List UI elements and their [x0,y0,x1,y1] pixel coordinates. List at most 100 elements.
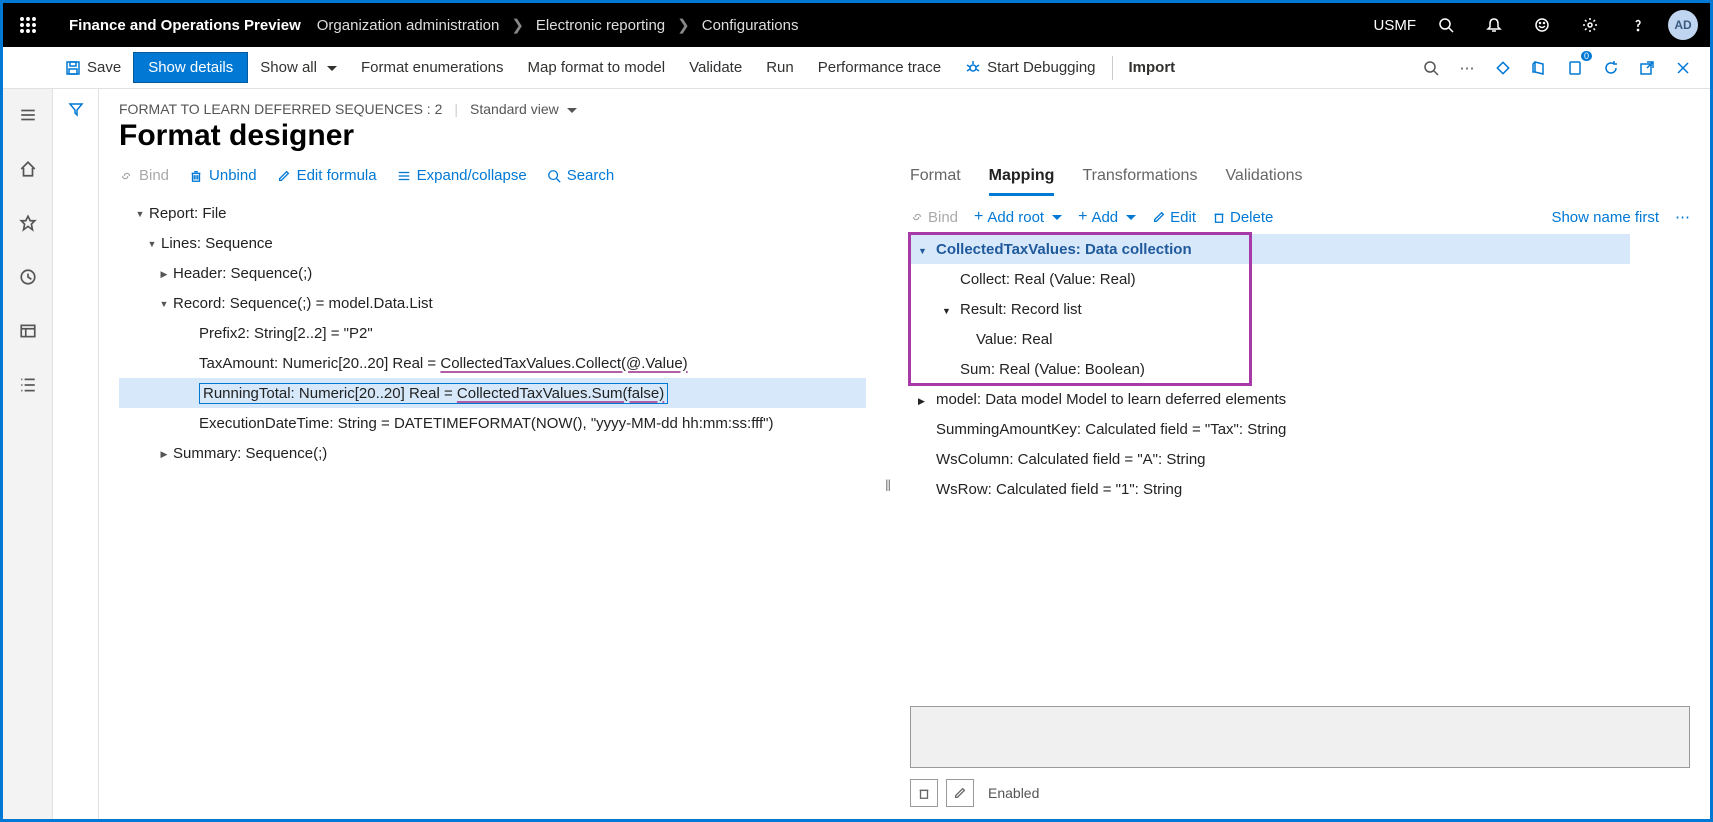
panel-splitter[interactable]: ‖ [886,167,890,807]
recent-icon[interactable] [10,259,46,295]
chevron-down-icon[interactable] [131,206,149,220]
chevron-down-icon[interactable] [155,296,173,310]
context-label: FORMAT TO LEARN DEFERRED SEQUENCES : 2 [119,101,442,117]
refresh-icon[interactable] [1596,53,1626,83]
start-debug-button[interactable]: Start Debugging [953,53,1107,82]
more-icon[interactable]: ⋯ [1452,53,1482,83]
main-content: FORMAT TO LEARN DEFERRED SEQUENCES : 2 |… [99,89,1710,819]
validate-button[interactable]: Validate [677,53,754,82]
tree-node-value[interactable]: Value: Real [910,324,1690,354]
diamond-icon[interactable] [1488,53,1518,83]
unbind-button[interactable]: Unbind [189,167,257,184]
chevron-right-icon[interactable] [918,391,936,408]
unbind-label: Unbind [209,167,257,184]
tree-node-runningtotal[interactable]: RunningTotal: Numeric[20..20] Real = Col… [119,378,866,408]
close-icon[interactable] [1668,53,1698,83]
tab-format[interactable]: Format [910,167,961,196]
app-title: Finance and Operations Preview [53,17,317,34]
search-icon[interactable] [1428,7,1464,43]
feedback-icon[interactable] [1524,7,1560,43]
tree-node-record[interactable]: Record: Sequence(;) = model.Data.List [119,288,866,318]
import-button[interactable]: Import [1117,53,1188,82]
formula-textarea[interactable] [910,706,1690,768]
delete-icon[interactable] [910,779,938,807]
add-button[interactable]: +Add [1078,208,1136,226]
command-bar: Save Show details Show all Format enumer… [3,47,1710,89]
show-details-button[interactable]: Show details [133,52,248,83]
modules-icon[interactable] [10,367,46,403]
popout-icon[interactable] [1632,53,1662,83]
tree-node-wsrow[interactable]: WsRow: Calculated field = "1": String [910,474,1690,504]
run-button[interactable]: Run [754,53,806,82]
workspace-icon[interactable] [10,313,46,349]
tree-node-summary[interactable]: Summary: Sequence(;) [119,438,866,468]
chevron-right-icon: ❯ [511,16,524,34]
tree-node-collected[interactable]: CollectedTaxValues: Data collection [910,234,1630,264]
map-format-button[interactable]: Map format to model [516,53,678,82]
chevron-right-icon[interactable] [155,446,173,460]
show-all-label: Show all [260,59,317,76]
show-name-button[interactable]: Show name first [1551,209,1659,226]
chevron-right-icon[interactable] [155,266,173,280]
start-debug-label: Start Debugging [987,59,1095,76]
tab-validations[interactable]: Validations [1225,167,1302,196]
chevron-down-icon [323,59,337,76]
chevron-down-icon[interactable] [942,301,960,318]
edit-icon[interactable] [946,779,974,807]
crumb-config[interactable]: Configurations [702,17,799,34]
more-icon[interactable]: ⋯ [1675,208,1690,226]
tree-node-prefix2[interactable]: Prefix2: String[2..2] = "P2" [119,318,866,348]
expand-collapse-label: Expand/collapse [417,167,527,184]
entity-label[interactable]: USMF [1374,17,1417,34]
app-launcher-icon[interactable] [3,17,53,33]
tree-node-lines[interactable]: Lines: Sequence [119,228,866,258]
show-all-button[interactable]: Show all [248,53,349,82]
tree-node-execdate[interactable]: ExecutionDateTime: String = DATETIMEFORM… [119,408,866,438]
crumb-org[interactable]: Organization administration [317,17,500,34]
notification-icon[interactable] [1476,7,1512,43]
help-icon[interactable] [1620,7,1656,43]
favorites-icon[interactable] [10,205,46,241]
map-format-label: Map format to model [528,59,666,76]
tree-node-collect[interactable]: Collect: Real (Value: Real) [910,264,1690,294]
chevron-down-icon[interactable] [918,241,936,258]
bind-button: Bind [910,209,958,226]
format-tree: Report: File Lines: Sequence Header: Seq… [119,198,866,468]
chevron-right-icon: ❯ [677,16,690,34]
add-root-button[interactable]: +Add root [974,208,1062,226]
save-button[interactable]: Save [53,53,133,82]
tree-node-wscolumn[interactable]: WsColumn: Calculated field = "A": String [910,444,1690,474]
format-enum-button[interactable]: Format enumerations [349,53,516,82]
tree-node-model[interactable]: model: Data model Model to learn deferre… [910,384,1690,414]
import-label: Import [1129,59,1176,76]
tree-node-sum[interactable]: Sum: Real (Value: Boolean) [910,354,1690,384]
tree-node-summing[interactable]: SummingAmountKey: Calculated field = "Ta… [910,414,1690,444]
search-icon[interactable] [1416,53,1446,83]
tab-transformations[interactable]: Transformations [1082,167,1197,196]
hamburger-icon[interactable] [10,97,46,133]
tree-node-header[interactable]: Header: Sequence(;) [119,258,866,288]
crumb-er[interactable]: Electronic reporting [536,17,665,34]
expand-collapse-button[interactable]: Expand/collapse [397,167,527,184]
edit-formula-button[interactable]: Edit formula [277,167,377,184]
home-icon[interactable] [10,151,46,187]
tab-mapping[interactable]: Mapping [989,167,1055,196]
tree-node-report[interactable]: Report: File [119,198,866,228]
search-label: Search [567,167,615,184]
chevron-down-icon [1048,209,1062,226]
tree-node-taxamount[interactable]: TaxAmount: Numeric[20..20] Real = Collec… [119,348,866,378]
perf-trace-button[interactable]: Performance trace [806,53,953,82]
attach-icon[interactable]: 0 [1560,53,1590,83]
edit-button[interactable]: Edit [1152,209,1196,226]
search-button[interactable]: Search [547,167,615,184]
settings-icon[interactable] [1572,7,1608,43]
divider [1112,56,1113,80]
filter-icon[interactable] [53,89,98,129]
delete-button[interactable]: Delete [1212,209,1273,226]
view-selector[interactable]: Standard view [470,101,577,117]
user-avatar[interactable]: AD [1668,10,1698,40]
office-icon[interactable] [1524,53,1554,83]
tree-node-result[interactable]: Result: Record list [910,294,1690,324]
chevron-down-icon[interactable] [143,236,161,250]
top-header: Finance and Operations Preview Organizat… [3,3,1710,47]
